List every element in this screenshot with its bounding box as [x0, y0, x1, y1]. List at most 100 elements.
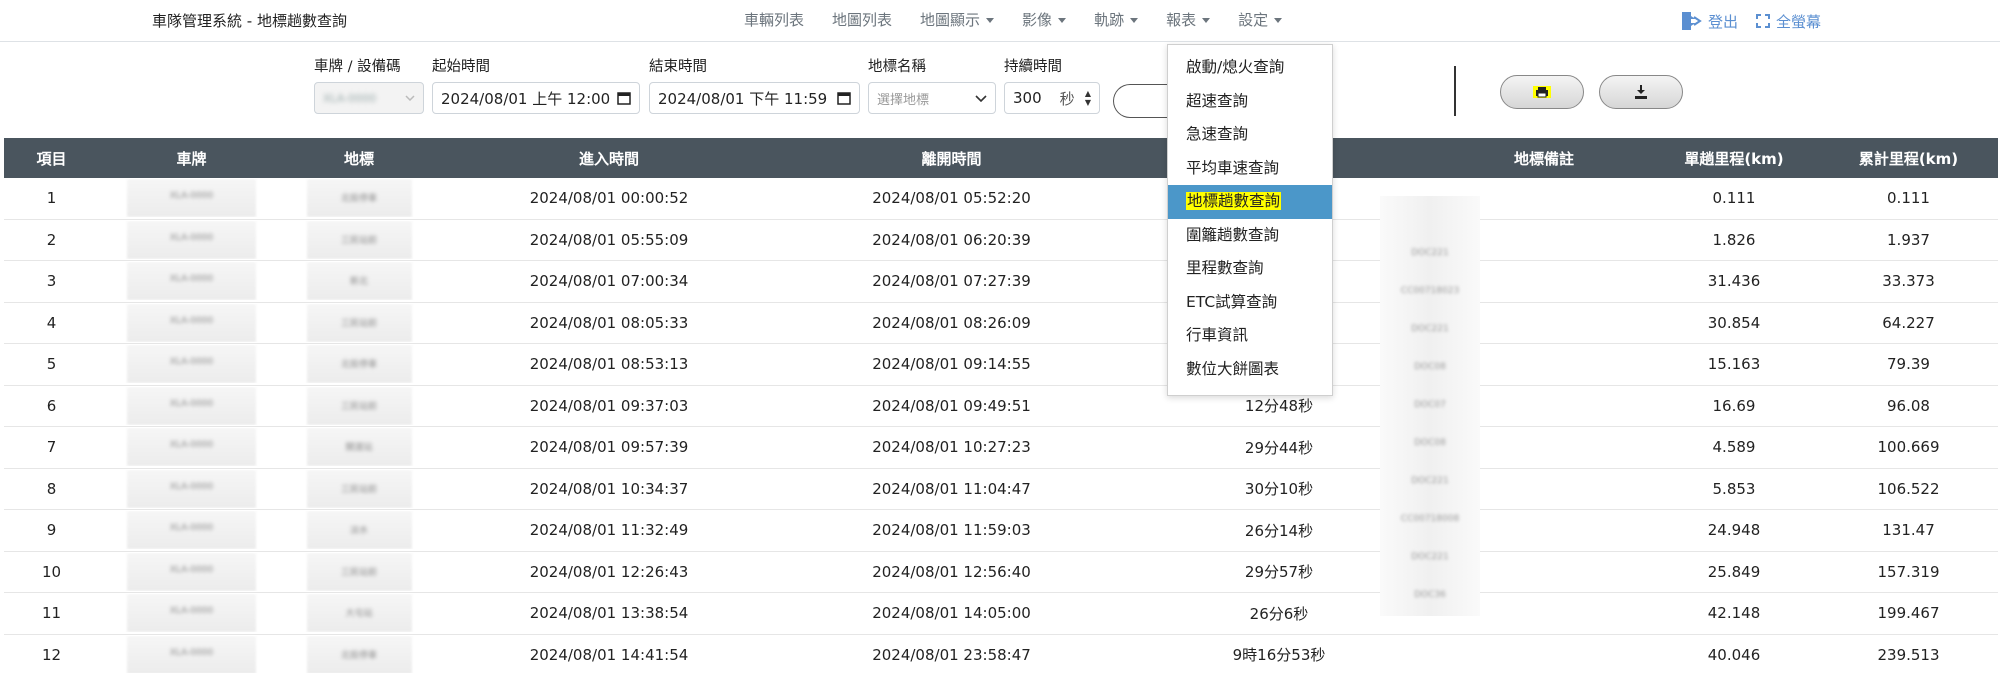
redacted-plate: XLA-0000 [126, 386, 257, 425]
table-row[interactable]: 2 XLA-0000 三民站前 2024/08/01 05:55:09 2024/08/… [4, 220, 1998, 261]
enter-cell: 2024/08/01 08:53:13 [529, 355, 689, 374]
landmark-text: 新北 [349, 277, 368, 288]
duration-input[interactable]: 300 秒 ▲ ▼ [1004, 82, 1100, 114]
report-menu-item-4[interactable]: 地標趟數查詢 [1168, 185, 1332, 219]
nav-item-6[interactable]: 設定 [1224, 0, 1296, 42]
calendar-icon[interactable] [837, 91, 851, 105]
redacted-landmark: 淡水 [306, 511, 412, 550]
table-row[interactable]: 5 XLA-0000 北投停車 2024/08/01 08:53:13 2024/08/… [4, 344, 1998, 386]
landmark-placeholder: 選擇地標 [877, 92, 930, 108]
enter-cell: 2024/08/01 07:00:34 [529, 272, 689, 291]
table-row[interactable]: 3 XLA-0000 新北 2024/08/01 07:00:34 2024/08/01… [4, 261, 1998, 303]
plate-text: XLA-0000 [169, 315, 214, 326]
landmark-cell: 三民站前 [284, 469, 434, 508]
no-cell: 3 [46, 272, 57, 291]
landmark-cell: 新北 [284, 262, 434, 301]
nav-item-label: 地圖列表 [832, 11, 893, 29]
table-row[interactable]: 11 XLA-0000 大屯站 2024/08/01 13:38:54 2024/08/… [4, 593, 1998, 635]
nav-item-1[interactable]: 地圖列表 [818, 0, 906, 42]
logout-link[interactable]: 登出 [1680, 10, 1738, 32]
plate-select[interactable]: XLA-0000 [314, 82, 424, 114]
table-row[interactable]: 12 XLA-0000 北投停車 2024/08/01 14:41:54 2024/08… [4, 635, 1998, 673]
enter-cell: 2024/08/01 09:37:03 [529, 396, 689, 415]
fullscreen-link[interactable]: 全螢幕 [1756, 11, 1821, 32]
start-time-input[interactable]: 2024/08/01 上午 12:00 [432, 82, 640, 114]
column-header[interactable]: 地標備註 [1439, 148, 1649, 169]
download-button[interactable] [1599, 75, 1683, 109]
table-row[interactable]: 1 XLA-0000 北投停車 2024/08/01 00:00:52 2024/08/… [4, 178, 1998, 220]
nav-item-2[interactable]: 地圖顯示 [906, 0, 1008, 42]
table-row[interactable]: 4 XLA-0000 三民站前 2024/08/01 08:05:33 2024/08/… [4, 303, 1998, 344]
redacted-landmark: 北投停車 [306, 179, 412, 218]
redacted-remark: DOC07 [1414, 400, 1446, 410]
plate-cell: XLA-0000 [99, 179, 284, 218]
table-row[interactable]: 7 XLA-0000 關渡站 2024/08/01 09:57:39 2024/08/0… [4, 427, 1998, 469]
plate-text: XLA-0000 [169, 606, 214, 617]
plate-cell: XLA-0000 [99, 345, 284, 384]
duration-spinner[interactable]: ▲ ▼ [1085, 89, 1091, 107]
landmark-filter: 地標名稱 選擇地標 [868, 58, 996, 114]
print-button[interactable] [1500, 75, 1584, 109]
leave-cell: 2024/08/01 09:49:51 [872, 396, 1031, 415]
column-header[interactable]: 進入時間 [434, 148, 784, 169]
single-cell: 4.589 [1712, 438, 1756, 457]
landmark-cell: 關渡站 [284, 428, 434, 467]
nav-item-label: 車輛列表 [744, 11, 805, 29]
table-row[interactable]: 8 XLA-0000 三民站前 2024/08/01 10:34:37 2024/08/… [4, 469, 1998, 510]
report-menu-item-5[interactable]: 圍籬趟數查詢 [1168, 219, 1332, 253]
total-cell: 131.47 [1882, 521, 1935, 540]
report-menu-item-3[interactable]: 平均車速查詢 [1168, 152, 1332, 186]
plate-cell: XLA-0000 [99, 594, 284, 633]
enter-cell: 2024/08/01 10:34:37 [529, 479, 689, 498]
plate-text: XLA-0000 [169, 564, 214, 575]
enter-cell: 2024/08/01 13:38:54 [529, 604, 689, 623]
landmark-text: 北投停車 [340, 194, 377, 205]
column-header[interactable]: 單趟里程(km) [1649, 148, 1819, 169]
redacted-landmark: 三民站前 [306, 303, 412, 342]
total-cell: 1.937 [1887, 230, 1930, 249]
column-header[interactable]: 項目 [4, 148, 99, 169]
plate-cell: XLA-0000 [99, 552, 284, 591]
table-row[interactable]: 10 XLA-0000 三民站前 2024/08/01 12:26:43 2024/08… [4, 552, 1998, 593]
nav-item-4[interactable]: 軌跡 [1080, 0, 1152, 42]
redacted-remark: DOC221 [1411, 476, 1449, 486]
table-row[interactable]: 6 XLA-0000 三民站前 2024/08/01 09:37:03 2024/08/… [4, 386, 1998, 427]
column-header[interactable]: 累計里程(km) [1819, 148, 1998, 169]
redacted-remark: DOC221 [1411, 324, 1449, 334]
landmark-text: 三民站前 [340, 235, 377, 246]
report-menu-item-7[interactable]: ETC試算查詢 [1168, 286, 1332, 320]
nav-item-5[interactable]: 報表 [1152, 0, 1224, 42]
end-time-input[interactable]: 2024/08/01 下午 11:59 [649, 82, 860, 114]
report-menu-item-8[interactable]: 行車資訊 [1168, 319, 1332, 353]
nav-item-0[interactable]: 車輛列表 [730, 0, 818, 42]
column-header[interactable]: 離開時間 [784, 148, 1119, 169]
column-header[interactable]: 地標 [284, 148, 434, 169]
column-header[interactable]: 車牌 [99, 148, 284, 169]
fullscreen-label: 全螢幕 [1776, 12, 1822, 31]
report-menu-item-9[interactable]: 數位大餅圖表 [1168, 353, 1332, 387]
leave-cell: 2024/08/01 07:27:39 [872, 272, 1031, 291]
plate-text: XLA-0000 [169, 274, 214, 285]
leave-cell: 2024/08/01 12:56:40 [872, 562, 1031, 581]
single-cell: 15.163 [1707, 355, 1761, 374]
report-menu-item-0[interactable]: 啟動/熄火查詢 [1168, 51, 1332, 85]
calendar-icon[interactable] [617, 91, 631, 105]
single-cell: 30.854 [1707, 313, 1761, 332]
landmark-select[interactable]: 選擇地標 [868, 82, 996, 114]
plate-cell: XLA-0000 [99, 386, 284, 425]
report-menu-item-6[interactable]: 里程數查詢 [1168, 252, 1332, 286]
toolbar-divider [1454, 66, 1456, 116]
redacted-remark [1380, 196, 1480, 234]
enter-cell: 2024/08/01 08:05:33 [529, 313, 689, 332]
plate-cell: XLA-0000 [99, 635, 284, 673]
no-cell: 12 [41, 645, 62, 664]
caret-down-icon [1058, 18, 1067, 23]
plate-cell: XLA-0000 [99, 428, 284, 467]
report-menu-item-1[interactable]: 超速查詢 [1168, 85, 1332, 119]
table-row[interactable]: 9 XLA-0000 淡水 2024/08/01 11:32:49 2024/08/01… [4, 510, 1998, 552]
landmark-cell: 淡水 [284, 511, 434, 550]
single-cell: 40.046 [1707, 645, 1761, 664]
nav-item-3[interactable]: 影像 [1008, 0, 1080, 42]
report-menu-item-2[interactable]: 急速查詢 [1168, 118, 1332, 152]
no-cell: 1 [46, 189, 57, 208]
